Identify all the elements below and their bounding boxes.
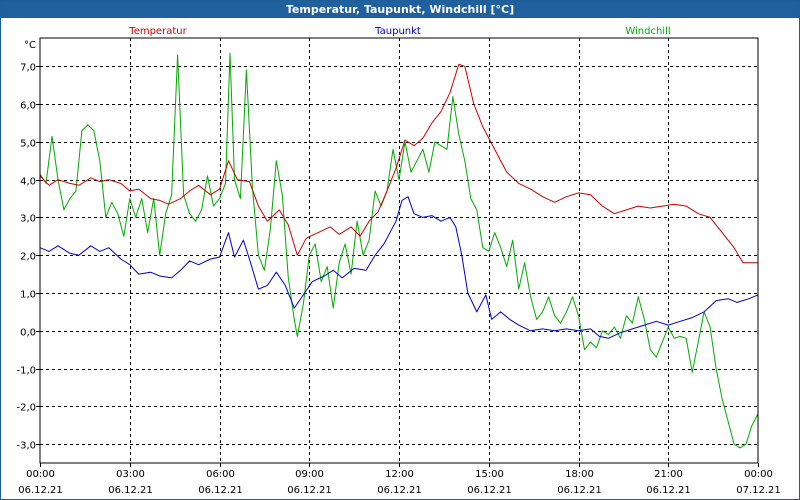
legend-item-temperatur: Temperatur	[128, 26, 187, 37]
x-tick-time: 06:00	[206, 469, 235, 480]
x-tick-time: 00:00	[744, 469, 773, 480]
y-tick-label: 7,0	[20, 63, 36, 74]
legend-item-windchill: Windchill	[625, 26, 670, 37]
x-tick-time: 03:00	[116, 469, 145, 480]
axes: 7,0 6,0 5,0 4,0 3,0 2,0 1,0 0,0 -1,0 -2,0 -3,0 00:0…	[16, 63, 780, 497]
y-tick-label: -3,0	[16, 441, 36, 452]
x-tick-date: 06.12.21	[377, 485, 422, 496]
y-tick-label: 1,0	[20, 290, 36, 301]
x-tick-time: 18:00	[565, 469, 594, 480]
x-tick-date: 06.12.21	[287, 485, 332, 496]
x-tick-time: 15:00	[475, 469, 504, 480]
y-tick-label: 2,0	[20, 252, 36, 263]
x-tick-time: 00:00	[26, 469, 55, 480]
x-tick-date: 06.12.21	[18, 485, 63, 496]
y-tick-label: 4,0	[20, 177, 36, 188]
y-tick-label: 5,0	[20, 139, 36, 150]
y-tick-label: 6,0	[20, 101, 36, 112]
x-tick-date: 06.12.21	[198, 485, 243, 496]
legend-item-taupunkt: Taupunkt	[374, 26, 421, 37]
x-tick-date: 06.12.21	[646, 485, 691, 496]
y-tick-label: -2,0	[16, 403, 36, 414]
x-tick-time: 12:00	[385, 469, 414, 480]
y-tick-label: 3,0	[20, 214, 36, 225]
grid	[40, 38, 758, 463]
x-tick-time: 09:00	[295, 469, 324, 480]
x-tick-date: 06.12.21	[108, 485, 153, 496]
x-tick-time: 21:00	[654, 469, 683, 480]
y-tick-label: -1,0	[16, 366, 36, 377]
line-chart: 7,0 6,0 5,0 4,0 3,0 2,0 1,0 0,0 -1,0 -2,0 -3,0 00:0…	[16, 26, 780, 497]
y-tick-label: 0,0	[20, 328, 36, 339]
x-tick-date: 06.12.21	[467, 485, 512, 496]
x-tick-date: 07.12.21	[736, 485, 781, 496]
x-tick-date: 06.12.21	[557, 485, 602, 496]
y-axis-unit: °C	[24, 40, 36, 51]
legend: Temperatur Taupunkt Windchill	[128, 26, 670, 37]
